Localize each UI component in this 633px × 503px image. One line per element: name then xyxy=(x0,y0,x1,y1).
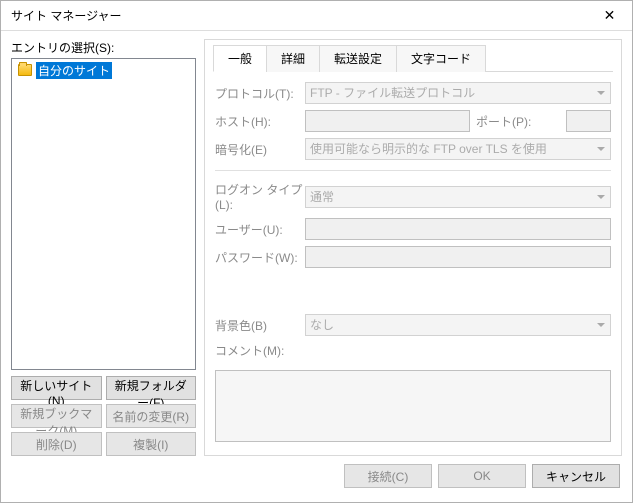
content: エントリの選択(S): 自分のサイト 新しいサイト(N) 新規フォルダー(F) … xyxy=(1,31,632,456)
user-label: ユーザー(U): xyxy=(215,221,305,238)
bgcolor-label: 背景色(B) xyxy=(215,317,305,334)
logon-label: ログオン タイプ(L): xyxy=(215,181,305,212)
protocol-combo: FTP - ファイル転送プロトコル xyxy=(305,82,611,104)
new-bookmark-button: 新規ブックマーク(M) xyxy=(11,404,102,428)
site-tree[interactable]: 自分のサイト xyxy=(11,58,196,370)
tabs: 一般 詳細 転送設定 文字コード xyxy=(213,44,613,72)
port-label: ポート(P): xyxy=(476,113,566,130)
tab-general[interactable]: 一般 xyxy=(213,45,267,72)
new-site-button[interactable]: 新しいサイト(N) xyxy=(11,376,102,400)
connect-button: 接続(C) xyxy=(344,464,432,488)
tab-charset[interactable]: 文字コード xyxy=(396,45,486,72)
rename-button: 名前の変更(R) xyxy=(106,404,197,428)
tab-transfer[interactable]: 転送設定 xyxy=(319,45,397,72)
bgcolor-combo: なし xyxy=(305,314,611,336)
encrypt-combo: 使用可能なら明示的な FTP over TLS を使用 xyxy=(305,138,611,160)
right-pane: 一般 詳細 転送設定 文字コード プロトコル(T): FTP - ファイル転送プ… xyxy=(204,39,622,456)
protocol-label: プロトコル(T): xyxy=(215,85,305,102)
footer: 接続(C) OK キャンセル xyxy=(1,456,632,496)
tree-item-label[interactable]: 自分のサイト xyxy=(36,62,112,79)
encrypt-label: 暗号化(E) xyxy=(215,141,305,158)
new-folder-button[interactable]: 新規フォルダー(F) xyxy=(106,376,197,400)
cancel-button[interactable]: キャンセル xyxy=(532,464,620,488)
port-input xyxy=(566,110,611,132)
delete-button: 削除(D) xyxy=(11,432,102,456)
tree-row[interactable]: 自分のサイト xyxy=(14,61,193,79)
folder-icon xyxy=(18,64,32,76)
separator xyxy=(215,170,611,171)
tab-detail[interactable]: 詳細 xyxy=(266,45,320,72)
password-input xyxy=(305,246,611,268)
password-label: パスワード(W): xyxy=(215,249,305,266)
window-title: サイト マネージャー xyxy=(11,7,122,24)
host-input xyxy=(305,110,470,132)
duplicate-button: 複製(I) xyxy=(106,432,197,456)
comment-label: コメント(M): xyxy=(215,342,284,359)
left-pane: エントリの選択(S): 自分のサイト 新しいサイト(N) 新規フォルダー(F) … xyxy=(11,39,196,456)
ok-button: OK xyxy=(438,464,526,488)
logon-combo: 通常 xyxy=(305,186,611,208)
close-icon[interactable]: ✕ xyxy=(587,1,632,31)
left-buttons: 新しいサイト(N) 新規フォルダー(F) 新規ブックマーク(M) 名前の変更(R… xyxy=(11,376,196,456)
user-input xyxy=(305,218,611,240)
comment-textarea xyxy=(215,370,611,442)
host-label: ホスト(H): xyxy=(215,113,305,130)
entry-select-label: エントリの選択(S): xyxy=(11,39,196,56)
titlebar: サイト マネージャー ✕ xyxy=(1,1,632,31)
general-form: プロトコル(T): FTP - ファイル転送プロトコル ホスト(H): ポート(… xyxy=(213,72,613,447)
